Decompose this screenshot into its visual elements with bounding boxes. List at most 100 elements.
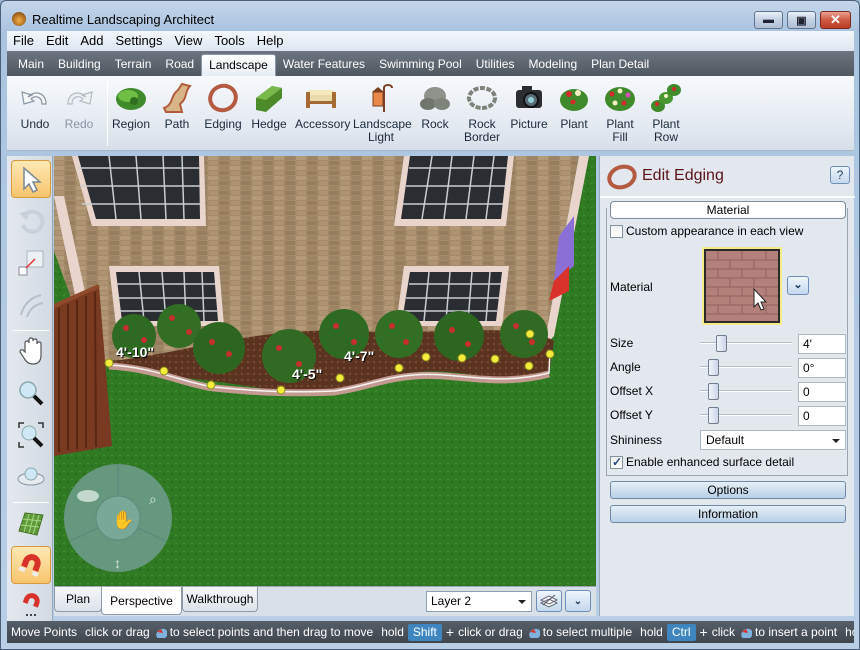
layers-button[interactable] xyxy=(536,590,562,612)
tab-utilities[interactable]: Utilities xyxy=(469,54,522,76)
ctrl-key-badge: Ctrl xyxy=(666,623,696,641)
angle-slider[interactable] xyxy=(700,357,792,377)
hedge-label: Hedge xyxy=(251,117,287,131)
region-button[interactable]: Region xyxy=(111,82,151,131)
curve-tool-button[interactable] xyxy=(11,286,51,324)
offset-y-slider[interactable] xyxy=(700,405,792,425)
tab-water-features[interactable]: Water Features xyxy=(276,54,372,76)
maximize-button[interactable]: ▣ xyxy=(787,11,816,29)
hedge-button[interactable]: Hedge xyxy=(251,82,287,131)
picture-button[interactable]: Picture xyxy=(509,82,549,131)
pan-tool-button[interactable] xyxy=(11,332,51,370)
slider-thumb[interactable] xyxy=(708,359,719,376)
tab-walkthrough[interactable]: Walkthrough xyxy=(182,587,258,612)
minimize-button[interactable]: ▬ xyxy=(754,11,783,29)
angle-input[interactable]: 0° xyxy=(798,358,846,378)
hint-text: hold xyxy=(381,625,404,639)
view-options-button[interactable]: ⌄ xyxy=(565,590,591,612)
shininess-select[interactable]: Default xyxy=(700,430,846,450)
dropdown-arrow-icon xyxy=(832,439,840,443)
plus-sign: + xyxy=(699,624,708,640)
snap-options-button[interactable] xyxy=(11,588,51,620)
slider-thumb[interactable] xyxy=(716,335,727,352)
offset-x-slider[interactable] xyxy=(700,381,792,401)
3d-viewport[interactable]: ✋ ⌕ ↕ 4'-10" 4'-5" 4'-7" xyxy=(54,156,596,586)
custom-appearance-checkbox[interactable] xyxy=(610,225,623,238)
menu-edit[interactable]: Edit xyxy=(40,31,74,51)
plant-fill-label-2: Fill xyxy=(612,130,628,144)
material-section-header[interactable]: Material xyxy=(610,201,846,219)
offset-x-label: Offset X xyxy=(610,384,654,398)
orbit-tool-button[interactable] xyxy=(11,458,51,496)
resize-tool-button[interactable] xyxy=(11,244,51,282)
tab-road[interactable]: Road xyxy=(158,54,201,76)
select-tool-button[interactable] xyxy=(11,160,51,198)
material-swatch[interactable] xyxy=(702,247,782,325)
offset-y-input[interactable]: 0 xyxy=(798,406,846,426)
menu-help[interactable]: Help xyxy=(251,31,290,51)
material-label: Material xyxy=(610,280,653,294)
plant-button[interactable]: Plant xyxy=(557,82,591,131)
window xyxy=(72,156,206,226)
window-title: Realtime Landscaping Architect xyxy=(32,12,215,27)
landscape-light-button[interactable]: Landscape Light xyxy=(353,82,412,144)
slider-thumb[interactable] xyxy=(708,407,719,424)
menu-settings[interactable]: Settings xyxy=(110,31,169,51)
curve-icon xyxy=(20,294,44,318)
chevron-down-icon: ⌄ xyxy=(793,279,803,291)
rock-button[interactable]: Rock xyxy=(417,82,453,131)
help-button[interactable]: ? xyxy=(830,166,850,184)
information-button[interactable]: Information xyxy=(610,505,846,523)
menu-add[interactable]: Add xyxy=(74,31,109,51)
undo-button[interactable]: Undo xyxy=(17,82,53,131)
tab-terrain[interactable]: Terrain xyxy=(108,54,159,76)
dimension-label: 4'-7" xyxy=(344,348,375,364)
redo-button[interactable]: Redo xyxy=(61,82,97,131)
material-dropdown-button[interactable]: ⌄ xyxy=(787,276,809,295)
offset-x-input[interactable]: 0 xyxy=(798,382,846,402)
arrow-pointer-icon xyxy=(23,166,42,193)
menu-bar: File Edit Add Settings View Tools Help xyxy=(7,31,854,51)
plant-fill-button[interactable]: Plant Fill xyxy=(603,82,637,144)
minimize-icon: ▬ xyxy=(763,14,774,26)
accessory-button[interactable]: Accessory xyxy=(295,82,350,131)
layer-select[interactable]: Layer 2 xyxy=(426,591,532,612)
snap-tool-button[interactable] xyxy=(11,546,51,584)
menu-view[interactable]: View xyxy=(168,31,208,51)
menu-tools[interactable]: Tools xyxy=(208,31,250,51)
close-button[interactable]: ✕ xyxy=(820,11,851,29)
nav-widget[interactable]: ✋ ⌕ ↕ xyxy=(64,464,172,572)
tab-landscape[interactable]: Landscape xyxy=(201,54,276,76)
options-button[interactable]: Options xyxy=(610,481,846,499)
slider-thumb[interactable] xyxy=(708,383,719,400)
tab-plan-detail[interactable]: Plan Detail xyxy=(584,54,656,76)
zoom-extents-tool-button[interactable] xyxy=(11,416,51,454)
size-input[interactable]: 4' xyxy=(798,334,846,354)
tab-swimming-pool[interactable]: Swimming Pool xyxy=(372,54,469,76)
dimension-label: 4'-10" xyxy=(116,344,154,360)
plant-row-icon xyxy=(649,82,683,114)
ribbon-toolbar: Undo Redo Region Path Edging Hedge Acces xyxy=(7,76,854,151)
svg-text:⌕: ⌕ xyxy=(149,491,157,507)
tab-building[interactable]: Building xyxy=(51,54,108,76)
grid-tool-button[interactable] xyxy=(11,504,51,542)
edging-button[interactable]: Edging xyxy=(203,82,243,131)
tab-plan[interactable]: Plan xyxy=(54,587,102,612)
rotate-tool-button[interactable] xyxy=(11,202,51,240)
tab-main[interactable]: Main xyxy=(11,54,51,76)
rock-border-button[interactable]: Rock Border xyxy=(463,82,501,144)
magnifier-icon xyxy=(19,381,44,406)
enhanced-detail-checkbox[interactable] xyxy=(610,455,623,469)
plant-row-button[interactable]: Plant Row xyxy=(649,82,683,144)
chevron-down-icon: ⌄ xyxy=(573,595,583,607)
tab-modeling[interactable]: Modeling xyxy=(521,54,584,76)
path-button[interactable]: Path xyxy=(159,82,195,131)
shininess-value: Default xyxy=(706,433,745,447)
size-slider[interactable] xyxy=(700,333,792,353)
zoom-tool-button[interactable] xyxy=(11,374,51,412)
menu-file[interactable]: File xyxy=(7,31,40,51)
rotate-icon xyxy=(19,209,45,234)
hint-text: click xyxy=(711,625,736,639)
tab-perspective[interactable]: Perspective xyxy=(101,587,182,615)
mouse-click-icon xyxy=(155,628,167,638)
